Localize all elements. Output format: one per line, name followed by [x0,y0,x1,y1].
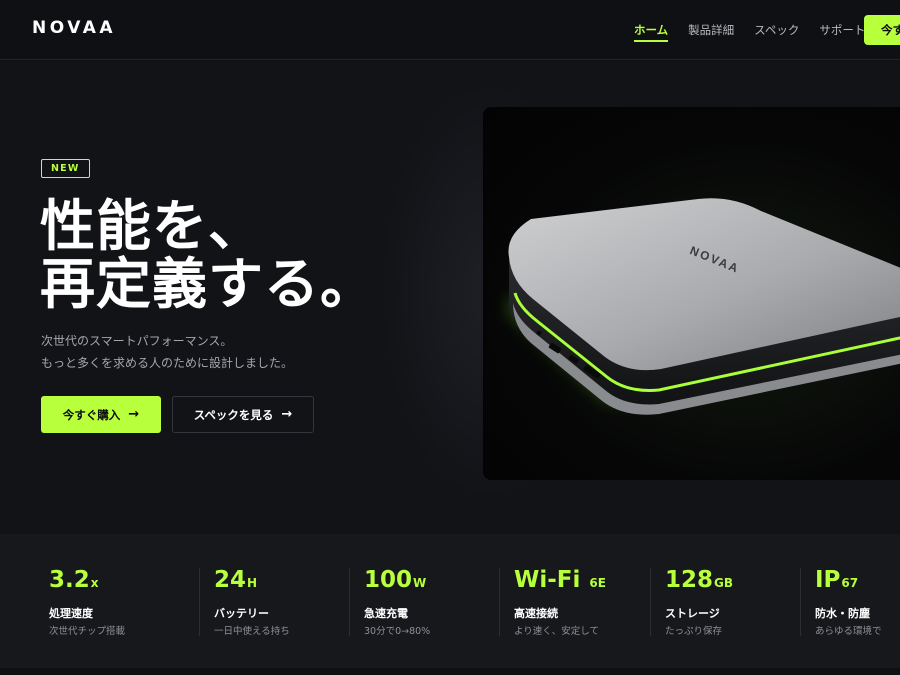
stat-value: IP67 [815,567,859,593]
new-badge: NEW [41,159,90,178]
stat-description: あらゆる環境で [815,626,882,637]
stat-value: 24H [214,567,258,593]
mini-pc-device-illustration: NOVAA [507,198,900,415]
stat-label: 急速充電 [364,607,408,620]
stat-value: 3.2x [49,567,99,593]
nav-item-product-details[interactable]: 製品詳細 [688,18,734,42]
site-header: NOVAA ホーム 製品詳細 スペック サポート 今すぐ購入 [0,0,900,60]
buy-now-label: 今すぐ購入 [62,407,121,422]
nav-item-specs[interactable]: スペック [754,18,799,42]
stat-label: 防水・防塵 [815,607,870,620]
stat-label: 高速接続 [514,607,558,620]
stat-value: 128GB [665,567,734,593]
stat-description: 30分で0→80% [364,626,431,637]
stat-battery: 24H バッテリー 一日中使える持ち [199,534,349,668]
stat-water-resistance: IP67 防水・防塵 あらゆる環境で [800,534,900,668]
header-buy-button[interactable]: 今すぐ購入 [864,15,900,45]
brand-logo[interactable]: NOVAA [32,18,116,38]
stat-value: 100W [364,567,427,593]
stat-processing-speed: 3.2x 処理速度 次世代チップ搭載 [0,534,200,668]
stat-divider [349,568,350,636]
stat-value: Wi-Fi 6E [514,567,606,593]
stat-description: 一日中使える持ち [214,626,290,637]
nav-item-home[interactable]: ホーム [634,18,669,42]
view-specs-label: スペックを見る [193,407,274,422]
stat-fast-charge: 100W 急速充電 30分で0→80% [349,534,499,668]
hero-subtext: 次世代のスマートパフォーマンス。 もっと多くを求める人のために設計しました。 [41,330,293,374]
hero-headline: 性能を、 再定義する。 [40,197,376,313]
nav-item-support[interactable]: サポート [819,18,865,42]
stat-label: 処理速度 [49,607,93,620]
next-section-edge [0,668,900,675]
stat-label: バッテリー [214,607,269,620]
subtext-line-1: 次世代のスマートパフォーマンス。 [41,334,233,348]
main-nav: ホーム 製品詳細 スペック サポート [634,0,885,60]
stat-description: 次世代チップ搭載 [49,626,126,637]
stat-divider [800,568,801,636]
view-specs-button[interactable]: スペックを見る → [172,396,314,433]
stat-connectivity: Wi-Fi 6E 高速接続 より速く、安定して [499,534,650,668]
stat-storage: 128GB ストレージ たっぷり保存 [650,534,800,668]
subtext-line-2: もっと多くを求める人のために設計しました。 [41,356,294,370]
stat-divider [650,568,651,636]
headline-line-1: 性能を、 [40,194,265,258]
arrow-right-icon: → [128,407,140,422]
arrow-right-icon: → [281,407,293,422]
stat-divider [199,568,200,636]
stat-description: より速く、安定して [514,626,600,637]
product-image: NOVAA [483,107,900,480]
stat-divider [499,568,500,636]
stats-bar: 3.2x 処理速度 次世代チップ搭載 24H バッテリー 一日中使える持ち 10… [0,534,900,668]
headline-line-2: 再定義する。 [40,252,377,316]
hero-section: NEW 性能を、 再定義する。 次世代のスマートパフォーマンス。 もっと多くを求… [0,61,900,534]
stat-label: ストレージ [665,607,720,620]
buy-now-button[interactable]: 今すぐ購入 → [41,396,161,433]
stat-description: たっぷり保存 [665,626,723,637]
